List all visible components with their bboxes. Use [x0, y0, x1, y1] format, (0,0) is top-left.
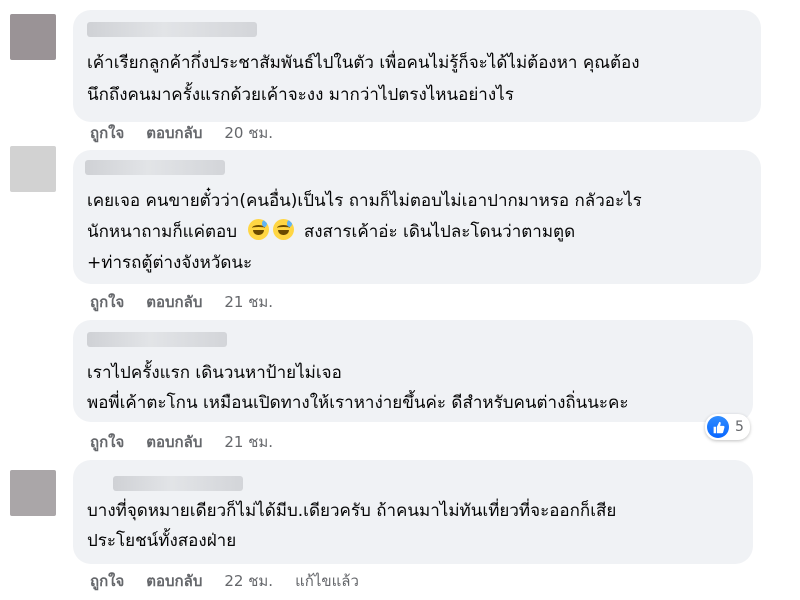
reply-link[interactable]: ตอบกลับ — [146, 290, 202, 314]
comment-text-fragment: สงสารเค้าอ่ะ เดินไปละโดนว่าตามตูด — [303, 222, 576, 242]
reply-link[interactable]: ตอบกลับ — [146, 430, 202, 454]
like-link[interactable]: ถูกใจ — [90, 121, 124, 145]
comment-text-line: ประโยชน์ทั้งสองฝ่าย — [87, 531, 237, 551]
reply-link[interactable]: ตอบกลับ — [146, 569, 202, 593]
reaction-count: 5 — [735, 419, 744, 435]
comment-text-line: เราไปครั้งแรก เดินวนหาป้ายไม่เจอ — [87, 363, 342, 383]
comment-text-line: เคยเจอ คนขายตั๋วว่า(คนอื่น)เป็นไร ถามก็ไ… — [87, 191, 642, 211]
comment-text-line: บางที่จุดหมายเดียวก็ไม่ได้มีบ.เดียวครับ … — [87, 501, 617, 521]
reaction-badge[interactable]: 5 — [705, 414, 750, 440]
avatar[interactable] — [10, 14, 56, 60]
edited-label[interactable]: แก้ไขแล้ว — [295, 569, 359, 593]
reply-link[interactable]: ตอบกลับ — [146, 121, 202, 145]
comment-bubble: เคยเจอ คนขายตั๋วว่า(คนอื่น)เป็นไร ถามก็ไ… — [73, 150, 761, 284]
commenter-name-blurred[interactable] — [87, 22, 257, 37]
like-link[interactable]: ถูกใจ — [90, 290, 124, 314]
sweat-smile-emoji — [248, 219, 270, 240]
like-link[interactable]: ถูกใจ — [90, 569, 124, 593]
comment-text-line: นึกถึงคนมาครั้งแรกด้วยเค้าจะงง มากว่าไปต… — [87, 85, 514, 105]
like-icon — [707, 416, 729, 438]
comment-timestamp[interactable]: 21 ชม. — [224, 430, 273, 454]
sweat-smile-emoji — [273, 219, 295, 240]
comment-actions: ถูกใจ ตอบกลับ 22 ชม. แก้ไขแล้ว — [90, 569, 359, 593]
commenter-name-blurred[interactable] — [87, 332, 227, 347]
comment-actions: ถูกใจ ตอบกลับ 21 ชม. — [90, 430, 273, 454]
comment-actions: ถูกใจ ตอบกลับ 21 ชม. — [90, 290, 273, 314]
comment-text-line: พอพี่เค้าตะโกน เหมือนเปิดทางให้เราหาง่าย… — [87, 393, 629, 413]
avatar[interactable] — [10, 470, 56, 516]
comment-text-fragment: นักหนาถามก็แค่ตอบ — [87, 222, 237, 242]
comment-bubble: บางที่จุดหมายเดียวก็ไม่ได้มีบ.เดียวครับ … — [73, 460, 753, 564]
comment-timestamp[interactable]: 21 ชม. — [224, 290, 273, 314]
comment-timestamp[interactable]: 20 ชม. — [224, 121, 273, 145]
commenter-name-blurred[interactable] — [113, 476, 243, 491]
comment-bubble: เราไปครั้งแรก เดินวนหาป้ายไม่เจอ พอพี่เค… — [73, 320, 753, 422]
like-link[interactable]: ถูกใจ — [90, 430, 124, 454]
comment-text-line: เค้าเรียกลูกค้ากึ่งประชาสัมพันธ์ไปในตัว … — [87, 53, 640, 73]
comment-text-line: +ท่ารถตู้ต่างจังหวัดนะ — [87, 253, 253, 273]
commenter-name-blurred[interactable] — [85, 160, 225, 175]
comment-bubble: เค้าเรียกลูกค้ากึ่งประชาสัมพันธ์ไปในตัว … — [73, 10, 761, 122]
comment-actions: ถูกใจ ตอบกลับ 20 ชม. — [90, 121, 273, 145]
comment-text-line: นักหนาถามก็แค่ตอบ สงสารเค้าอ่ะ เดินไปละโ… — [87, 217, 751, 248]
avatar[interactable] — [10, 146, 56, 192]
comment-timestamp[interactable]: 22 ชม. — [224, 569, 273, 593]
